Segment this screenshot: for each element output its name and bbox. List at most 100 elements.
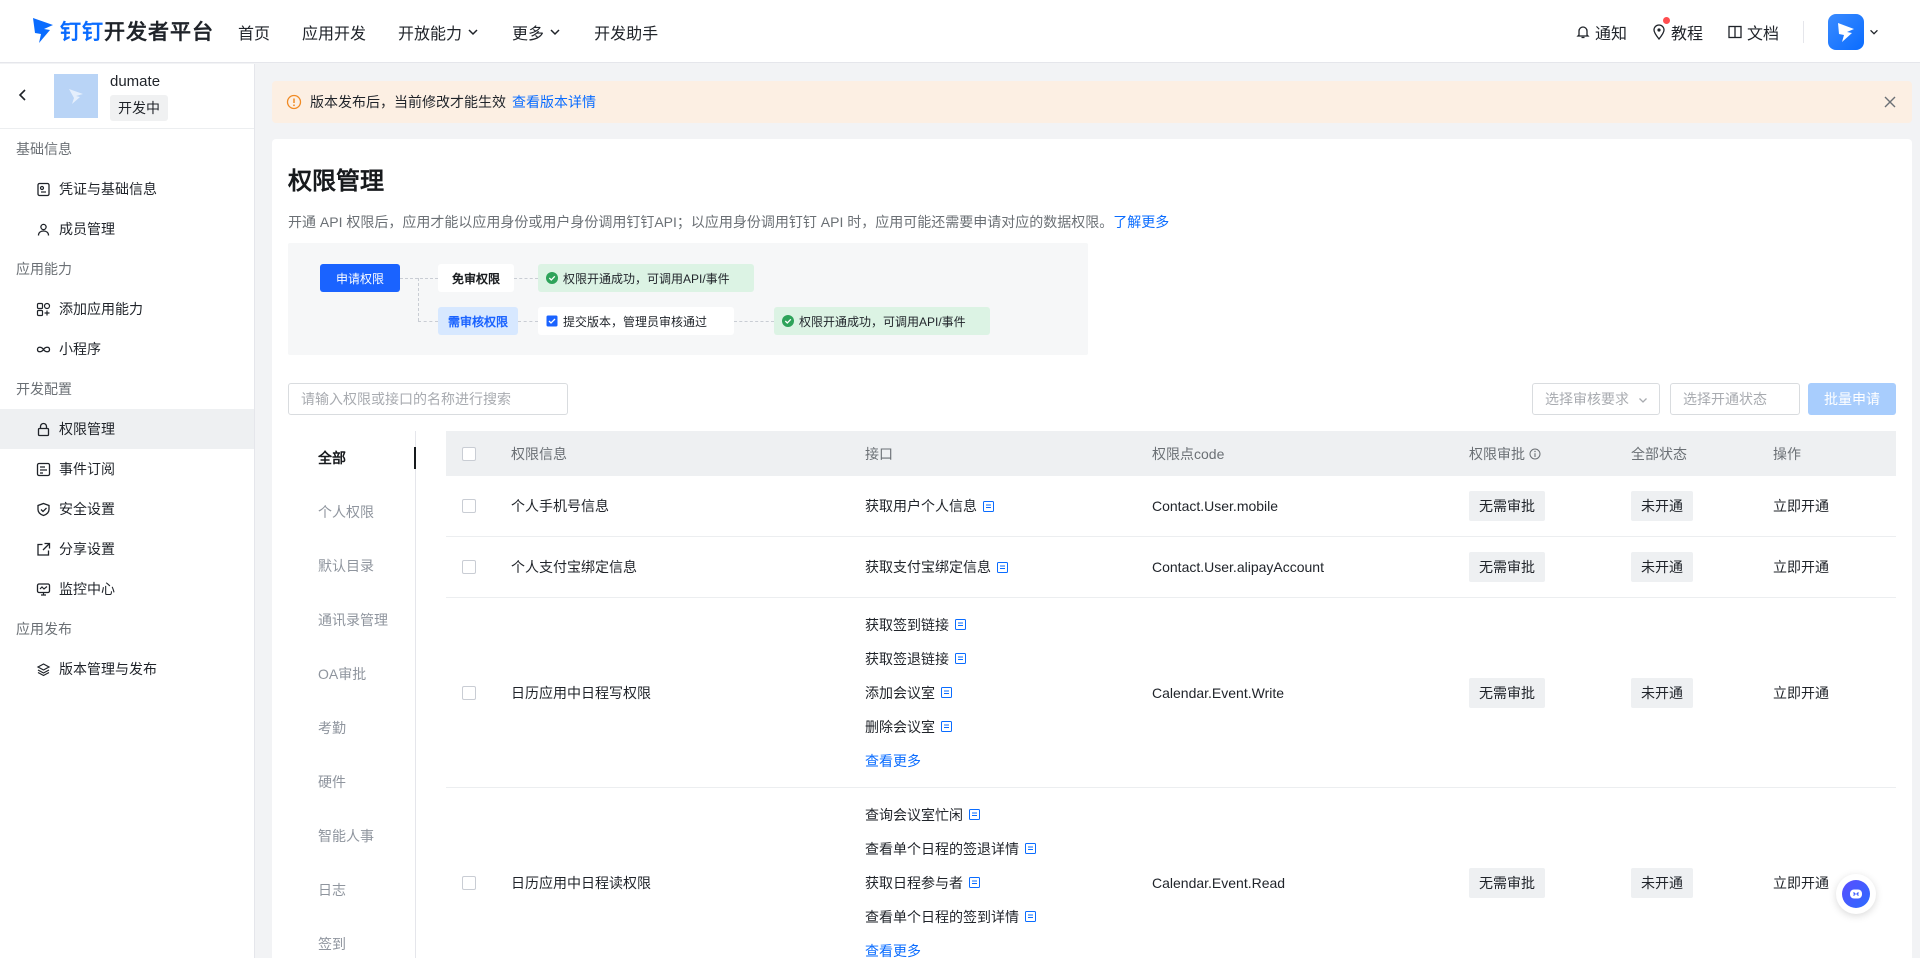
view-more-link[interactable]: 查看更多 <box>865 744 1152 778</box>
permission-flow-diagram: 申请权限 免审权限 权限开通成功，可调用API/事件 需审核权限 提交版本，管理… <box>288 243 1088 355</box>
row-checkbox[interactable] <box>462 499 476 513</box>
category-hardware[interactable]: 硬件 <box>288 755 415 809</box>
audit-select[interactable]: 选择审核要求 <box>1532 383 1660 415</box>
version-notice: 版本发布后，当前修改才能生效 查看版本详情 <box>272 81 1912 123</box>
table-row: 个人手机号信息 获取用户个人信息 Contact.User.mobile 无需审… <box>446 476 1896 537</box>
permission-panel: 权限管理 开通 API 权限后，应用才能以应用身份或用户身份调用钉钉API；以应… <box>272 139 1912 958</box>
select-all-checkbox[interactable] <box>462 446 476 461</box>
close-icon[interactable] <box>1882 94 1898 110</box>
app-logo-icon <box>69 89 83 104</box>
user-icon <box>37 223 50 236</box>
assistant-float-button[interactable] <box>1836 874 1876 914</box>
api-link[interactable]: 获取签到链接 <box>865 608 1152 642</box>
sidebar-item-mini-program[interactable]: 小程序 <box>0 329 254 369</box>
id-card-icon <box>37 182 50 196</box>
api-link[interactable]: 查看单个日程的签退详情 <box>865 832 1152 866</box>
category-hr[interactable]: 智能人事 <box>288 809 415 863</box>
doc-icon <box>941 721 952 732</box>
category-all[interactable]: 全部 <box>288 431 416 485</box>
api-link[interactable]: 添加会议室 <box>865 676 1152 710</box>
api-link[interactable]: 查看单个日程的签到详情 <box>865 900 1152 934</box>
nav-app-dev[interactable]: 应用开发 <box>302 20 366 44</box>
flow-review: 需审核权限 <box>438 307 518 335</box>
user-menu[interactable] <box>1828 13 1880 50</box>
state-tag: 未开通 <box>1631 677 1693 708</box>
event-icon <box>36 462 51 476</box>
view-more-link[interactable]: 查看更多 <box>865 934 1152 958</box>
category-attendance[interactable]: 考勤 <box>288 701 415 755</box>
chevron-down-icon <box>468 28 478 35</box>
row-checkbox[interactable] <box>462 875 476 890</box>
category-contacts[interactable]: 通讯录管理 <box>288 593 415 647</box>
learn-more-link[interactable]: 了解更多 <box>1113 214 1169 230</box>
sidebar-item-permissions[interactable]: 权限管理 <box>0 409 254 449</box>
logo-text-brand: 钉钉 <box>60 21 104 44</box>
nav-dev-assistant[interactable]: 开发助手 <box>594 20 658 44</box>
top-right-actions: 通知 教程 文档 <box>1575 0 1920 63</box>
header-state[interactable]: 全部状态 <box>1631 444 1773 464</box>
table-row: 日历应用中日程读权限 查询会议室忙闲 查看单个日程的签退详情 获取日程参与者 查… <box>446 788 1896 958</box>
permission-name: 个人支付宝绑定信息 <box>511 559 637 575</box>
category-oa[interactable]: OA审批 <box>288 647 415 701</box>
api-link[interactable]: 获取签退链接 <box>865 642 1152 676</box>
app-icon <box>54 74 98 118</box>
api-link[interactable]: 获取用户个人信息 <box>865 489 1152 523</box>
doc-icon <box>997 561 1008 573</box>
apps-plus-icon <box>36 302 51 316</box>
lock-icon <box>37 422 50 436</box>
category-default[interactable]: 默认目录 <box>288 539 415 593</box>
enable-now-button[interactable]: 立即开通 <box>1773 496 1896 516</box>
sidebar-item-share[interactable]: 分享设置 <box>0 529 254 569</box>
assistant-bot-icon <box>1842 880 1870 908</box>
nav-home[interactable]: 首页 <box>238 20 270 44</box>
group-title-dev-config: 开发配置 <box>16 381 72 397</box>
category-checkin[interactable]: 签到 <box>288 917 415 958</box>
flow-free: 免审权限 <box>438 264 514 292</box>
sidebar-item-monitor[interactable]: 监控中心 <box>0 569 254 609</box>
location-pin-icon <box>1653 23 1665 40</box>
notify-link[interactable]: 通知 <box>1575 20 1627 44</box>
chevron-left-icon[interactable] <box>15 87 31 103</box>
category-personal[interactable]: 个人权限 <box>288 485 415 539</box>
doc-icon <box>955 619 966 630</box>
notice-text: 版本发布后，当前修改才能生效 <box>310 94 506 110</box>
audit-tag: 无需审批 <box>1469 491 1545 521</box>
view-version-link[interactable]: 查看版本详情 <box>512 92 596 112</box>
sidebar-item-events[interactable]: 事件订阅 <box>0 449 254 489</box>
book-icon <box>1728 25 1742 38</box>
doc-icon <box>969 877 980 888</box>
nav-open-capability[interactable]: 开放能力 <box>398 20 480 44</box>
api-link[interactable]: 查询会议室忙闲 <box>865 798 1152 832</box>
shield-icon <box>37 502 50 516</box>
group-title-release: 应用发布 <box>16 621 72 637</box>
enable-now-button[interactable]: 立即开通 <box>1773 683 1896 703</box>
search-input[interactable]: 请输入权限或接口的名称进行搜索 <box>288 383 568 415</box>
row-checkbox[interactable] <box>462 685 476 700</box>
sidebar-item-security[interactable]: 安全设置 <box>0 489 254 529</box>
dingtalk-logo[interactable]: 钉钉开发者平台 <box>30 12 214 50</box>
api-link[interactable]: 获取日程参与者 <box>865 866 1152 900</box>
state-select[interactable]: 选择开通状态 <box>1670 383 1800 415</box>
share-icon <box>37 542 51 556</box>
info-icon[interactable] <box>1529 448 1541 460</box>
sidebar-item-add-capability[interactable]: 添加应用能力 <box>0 289 254 329</box>
sidebar-item-credentials[interactable]: 凭证与基础信息 <box>0 169 254 209</box>
permission-table: 权限信息 接口 权限点code 权限审批 全部状态 操作 个人手机号信息 获取用… <box>446 431 1896 958</box>
api-link[interactable]: 获取支付宝绑定信息 <box>865 550 1152 584</box>
docs-link[interactable]: 文档 <box>1727 20 1779 44</box>
flow-submit: 提交版本，管理员审核通过 <box>538 307 734 335</box>
audit-tag: 无需审批 <box>1469 677 1545 708</box>
audit-tag: 无需审批 <box>1469 552 1545 582</box>
nav-more[interactable]: 更多 <box>512 20 562 44</box>
permission-code: Calendar.Event.Write <box>1152 684 1285 701</box>
batch-apply-button[interactable]: 批量申请 <box>1808 383 1896 415</box>
flow-apply: 申请权限 <box>320 264 400 292</box>
enable-now-button[interactable]: 立即开通 <box>1773 557 1896 577</box>
category-log[interactable]: 日志 <box>288 863 415 917</box>
sidebar-item-version[interactable]: 版本管理与发布 <box>0 649 254 689</box>
api-link[interactable]: 删除会议室 <box>865 710 1152 744</box>
enable-now-button[interactable]: 立即开通 <box>1773 873 1896 893</box>
tutorial-link[interactable]: 教程 <box>1651 16 1703 44</box>
sidebar-item-members[interactable]: 成员管理 <box>0 209 254 249</box>
row-checkbox[interactable] <box>462 560 476 574</box>
